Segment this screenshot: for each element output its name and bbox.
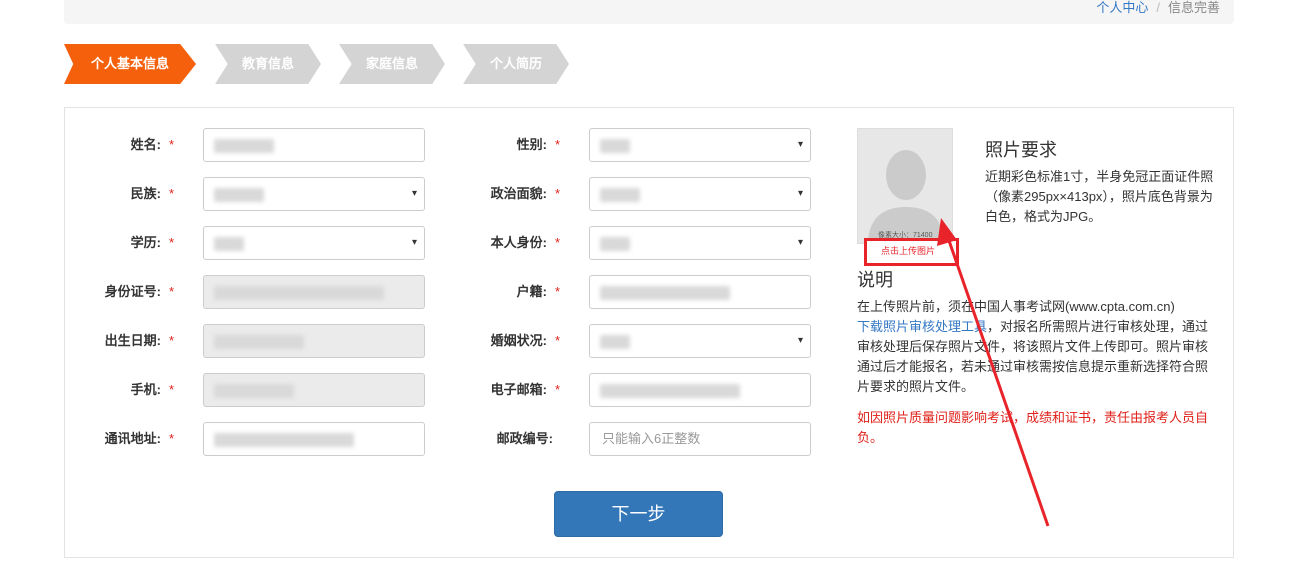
- download-tool-link[interactable]: 下载照片审核处理工具: [857, 319, 987, 334]
- chevron-down-icon: ▾: [797, 335, 803, 346]
- postcode-placeholder: 只能输入6正整数: [602, 431, 701, 446]
- required-mark: *: [168, 284, 174, 299]
- step-family[interactable]: 家庭信息: [339, 44, 445, 84]
- id-number-input[interactable]: [203, 275, 425, 309]
- photo-upload-area[interactable]: 像素大小：71400: [857, 128, 953, 244]
- notes-text: 在上传照片前，须在中国人事考试网(www.cpta.com.cn) 下载照片审核处…: [857, 297, 1217, 397]
- gender-select[interactable]: ▾: [589, 128, 811, 162]
- avatar-silhouette-icon: [858, 129, 952, 243]
- notes-text-before: 在上传照片前，须在中国人事考试网(www.cpta.com.cn): [857, 299, 1175, 314]
- required-mark: *: [554, 137, 560, 152]
- marital-select[interactable]: ▾: [589, 324, 811, 358]
- marital-label: 婚姻状况: *: [490, 333, 560, 348]
- household-label: 户籍: *: [516, 284, 560, 299]
- required-mark: *: [554, 333, 560, 348]
- photo-warning-text: 如因照片质量问题影响考试，成绩和证书，责任由报考人员自负。: [857, 410, 1209, 445]
- identity-label: 本人身份: *: [490, 235, 560, 250]
- required-mark: *: [168, 137, 174, 152]
- breadcrumb-home-link[interactable]: 个人中心: [1096, 0, 1148, 15]
- address-input[interactable]: [203, 422, 425, 456]
- email-label: 电子邮箱: *: [490, 382, 560, 397]
- step-resume[interactable]: 个人简历: [463, 44, 569, 84]
- address-label: 通讯地址: *: [104, 431, 174, 446]
- required-mark: *: [168, 333, 174, 348]
- chevron-down-icon: ▾: [797, 237, 803, 248]
- chevron-down-icon: ▾: [797, 188, 803, 199]
- required-mark: *: [554, 284, 560, 299]
- id-number-label: 身份证号: *: [104, 284, 174, 299]
- required-mark: *: [554, 186, 560, 201]
- next-step-button[interactable]: 下一步: [554, 491, 723, 537]
- ethnicity-select[interactable]: ▾: [203, 177, 425, 211]
- required-mark: *: [554, 382, 560, 397]
- postcode-input[interactable]: 只能输入6正整数: [589, 422, 811, 456]
- breadcrumb-separator: /: [1156, 0, 1160, 15]
- breadcrumb: 个人中心 / 信息完善: [1096, 0, 1220, 16]
- photo-requirements-title: 照片要求: [985, 140, 1057, 160]
- chevron-down-icon: ▾: [411, 237, 417, 248]
- notes-title: 说明: [857, 270, 893, 290]
- required-mark: *: [168, 382, 174, 397]
- email-input[interactable]: [589, 373, 811, 407]
- breadcrumb-current: 信息完善: [1167, 0, 1220, 15]
- step-education[interactable]: 教育信息: [215, 44, 321, 84]
- political-select[interactable]: ▾: [589, 177, 811, 211]
- top-bar: 个人中心 / 信息完善: [64, 0, 1234, 24]
- name-input[interactable]: [203, 128, 425, 162]
- birth-date-label: 出生日期: *: [104, 333, 174, 348]
- gender-label: 性别: *: [516, 137, 560, 152]
- required-mark: *: [554, 235, 560, 250]
- phone-input[interactable]: [203, 373, 425, 407]
- photo-requirements-text: 近期彩色标准1寸，半身免冠正面证件照（像素295px×413px），照片底色背景…: [985, 169, 1214, 224]
- name-label: 姓名: *: [130, 137, 174, 152]
- birth-date-input[interactable]: [203, 324, 425, 358]
- phone-label: 手机: *: [130, 382, 174, 397]
- household-input[interactable]: [589, 275, 811, 309]
- education-select[interactable]: ▾: [203, 226, 425, 260]
- required-mark: *: [168, 186, 174, 201]
- required-mark: *: [168, 235, 174, 250]
- upload-photo-link[interactable]: 点击上传图片: [866, 244, 950, 257]
- education-label: 学历: *: [130, 235, 174, 250]
- postcode-label: 邮政编号:: [496, 431, 553, 446]
- step-basic-info[interactable]: 个人基本信息: [64, 44, 196, 84]
- identity-select[interactable]: ▾: [589, 226, 811, 260]
- chevron-down-icon: ▾: [411, 188, 417, 199]
- required-mark: *: [168, 431, 174, 446]
- chevron-down-icon: ▾: [797, 139, 803, 150]
- political-label: 政治面貌: *: [490, 186, 560, 201]
- ethnicity-label: 民族: *: [130, 186, 174, 201]
